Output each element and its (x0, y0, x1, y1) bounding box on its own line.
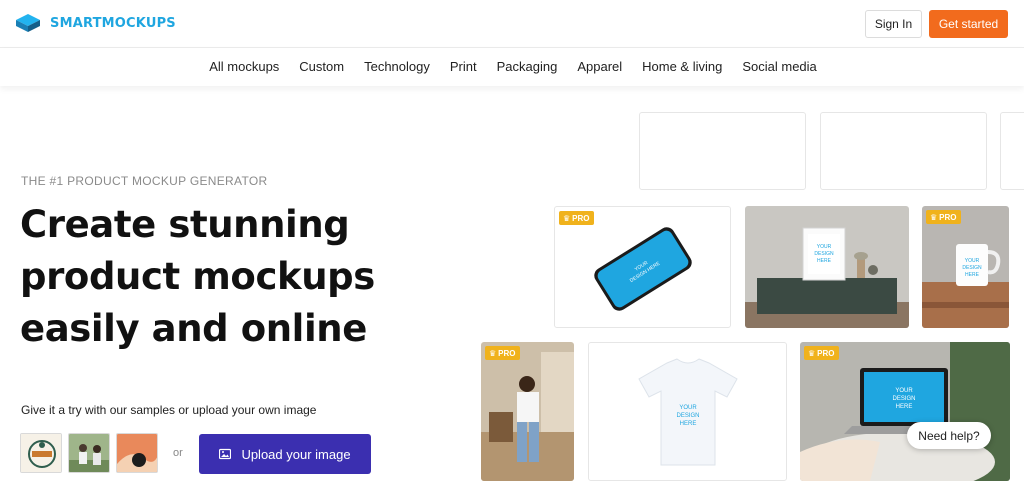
crown-icon: ♛ (489, 348, 497, 358)
nav-item-social-media[interactable]: Social media (742, 59, 816, 74)
svg-text:DESIGN: DESIGN (676, 413, 699, 419)
svg-text:DESIGN: DESIGN (814, 251, 834, 257)
sample-image-art[interactable] (116, 433, 158, 473)
svg-text:DESIGN: DESIGN (892, 396, 915, 402)
sample-image-people[interactable] (68, 433, 110, 473)
logo[interactable]: SMARTMOCKUPS (14, 12, 176, 34)
upload-image-button[interactable]: Upload your image (199, 434, 371, 474)
mockup-card-laptop[interactable]: ♛ PRO YOUR DESIGN HERE (800, 342, 1010, 481)
svg-text:YOUR: YOUR (965, 258, 980, 264)
crown-icon: ♛ (563, 213, 571, 223)
sign-in-button[interactable]: Sign In (865, 10, 922, 38)
mockup-card-frame[interactable]: YOUR DESIGN HERE (745, 206, 909, 328)
nav-item-custom[interactable]: Custom (299, 59, 344, 74)
image-upload-icon (219, 448, 232, 460)
svg-text:HERE: HERE (817, 258, 832, 264)
pro-badge: ♛ PRO (926, 210, 961, 224)
nav-item-packaging[interactable]: Packaging (497, 59, 558, 74)
nav-item-home-living[interactable]: Home & living (642, 59, 722, 74)
headline-line: easily and online (20, 307, 367, 350)
person-mockup-image (481, 342, 574, 481)
mockup-card-placeholder[interactable] (1000, 112, 1024, 190)
svg-text:HERE: HERE (965, 272, 980, 278)
svg-text:DESIGN: DESIGN (962, 265, 982, 271)
svg-text:YOUR: YOUR (679, 405, 697, 411)
mockup-card-phone[interactable]: ♛ PRO YOUR DESIGN HERE (554, 206, 731, 328)
crown-icon: ♛ (808, 348, 816, 358)
svg-text:YOUR: YOUR (817, 244, 832, 250)
brand-name: SMARTMOCKUPS (50, 15, 176, 31)
pro-badge: ♛ PRO (559, 211, 594, 225)
nav-item-print[interactable]: Print (450, 59, 477, 74)
sample-images (20, 433, 158, 473)
tshirt-mockup-image: YOUR DESIGN HERE (638, 358, 738, 466)
hero-eyebrow: THE #1 PRODUCT MOCKUP GENERATOR (21, 174, 268, 188)
mockup-card-mug[interactable]: ♛ PRO YOUR DESIGN HERE (922, 206, 1009, 328)
logo-icon (16, 14, 40, 32)
upload-label: Upload your image (241, 446, 351, 462)
phone-mockup-image: YOUR DESIGN HERE (594, 227, 692, 311)
nav-item-technology[interactable]: Technology (364, 59, 430, 74)
mockup-card-placeholder[interactable] (639, 112, 806, 190)
top-bar: SMARTMOCKUPS Sign In Get started (0, 0, 1024, 48)
laptop-mockup-image: YOUR DESIGN HERE (800, 342, 1010, 481)
crown-icon: ♛ (930, 212, 938, 222)
mug-mockup-image: YOUR DESIGN HERE (922, 206, 1009, 328)
try-samples-text: Give it a try with our samples or upload… (21, 403, 317, 417)
pro-badge: ♛ PRO (485, 346, 520, 360)
sample-image-badge[interactable] (20, 433, 62, 473)
pro-badge: ♛ PRO (804, 346, 839, 360)
category-nav: All mockups Custom Technology Print Pack… (0, 48, 1024, 86)
svg-text:HERE: HERE (680, 421, 697, 427)
svg-text:HERE: HERE (896, 404, 913, 410)
headline-line: Create stunning (20, 203, 350, 246)
svg-text:YOUR: YOUR (895, 388, 913, 394)
need-help-button[interactable]: Need help? (907, 422, 991, 449)
get-started-button[interactable]: Get started (929, 10, 1008, 38)
mockup-card-placeholder[interactable] (820, 112, 987, 190)
mockup-card-person[interactable]: ♛ PRO (481, 342, 574, 481)
hero-headline: Create stunning product mockups easily a… (20, 199, 440, 355)
frame-mockup-image: YOUR DESIGN HERE (745, 206, 909, 328)
or-separator: or (173, 447, 183, 459)
headline-line: product mockups (20, 255, 375, 298)
nav-item-apparel[interactable]: Apparel (577, 59, 622, 74)
mockup-card-tshirt[interactable]: YOUR DESIGN HERE (588, 342, 787, 481)
nav-item-all-mockups[interactable]: All mockups (209, 59, 279, 74)
